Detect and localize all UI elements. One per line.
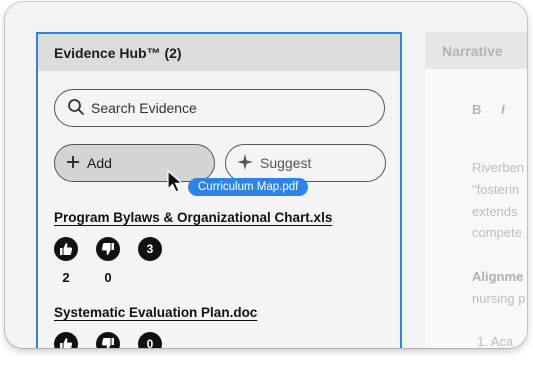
narrative-text-line[interactable]: nursing p xyxy=(472,291,525,306)
thumbs-down-count: 0 xyxy=(104,270,112,285)
evidence-hub-title: Evidence Hub™ (2) xyxy=(38,34,400,71)
drag-file-tooltip: Curriculum Map.pdf xyxy=(188,178,309,196)
narrative-text-line[interactable]: extends xyxy=(472,204,518,219)
numbered-list-item[interactable]: 1. Aca xyxy=(477,334,513,348)
narrative-text-line[interactable]: Riverben xyxy=(472,160,524,175)
alignment-heading[interactable]: Alignme xyxy=(472,269,523,284)
plus-icon xyxy=(65,154,87,173)
evidence-item-title[interactable]: Program Bylaws & Organizational Chart.xl… xyxy=(54,210,332,225)
comment-count-badge[interactable]: 0 xyxy=(138,332,162,348)
mouse-pointer-icon xyxy=(167,169,185,199)
thumbs-down-icon[interactable] xyxy=(96,332,120,348)
evidence-item-title[interactable]: Systematic Evaluation Plan.doc xyxy=(54,305,257,320)
narrative-title: Narrative xyxy=(425,32,527,69)
narrative-panel: Narrative B I Riverben "fosterin extends… xyxy=(425,32,527,348)
thumbs-up-count: 2 xyxy=(62,270,70,285)
search-icon xyxy=(67,98,91,119)
search-placeholder: Search Evidence xyxy=(91,100,197,116)
thumbs-down-icon[interactable] xyxy=(96,237,120,261)
search-evidence-input[interactable]: Search Evidence xyxy=(54,89,385,127)
bold-button[interactable]: B xyxy=(472,102,481,117)
comment-count-badge[interactable]: 3 xyxy=(138,237,162,261)
add-button[interactable]: Add xyxy=(54,144,215,182)
evidence-item-counts: 2 0 xyxy=(54,270,120,285)
thumbs-up-icon[interactable] xyxy=(54,332,78,348)
app-window: Evidence Hub™ (2) Search Evidence Add Su… xyxy=(5,2,527,348)
suggest-label: Suggest xyxy=(260,155,312,171)
narrative-text-line[interactable]: compete xyxy=(472,225,522,240)
thumbs-up-icon[interactable] xyxy=(54,237,78,261)
suggest-button[interactable]: Suggest xyxy=(225,144,386,182)
evidence-item-actions: 0 xyxy=(54,332,162,348)
evidence-item-actions: 3 xyxy=(54,237,162,261)
narrative-text-line[interactable]: "fosterin xyxy=(472,182,519,197)
italic-button[interactable]: I xyxy=(501,102,505,117)
add-label: Add xyxy=(87,155,112,171)
sparkle-icon xyxy=(236,153,260,174)
